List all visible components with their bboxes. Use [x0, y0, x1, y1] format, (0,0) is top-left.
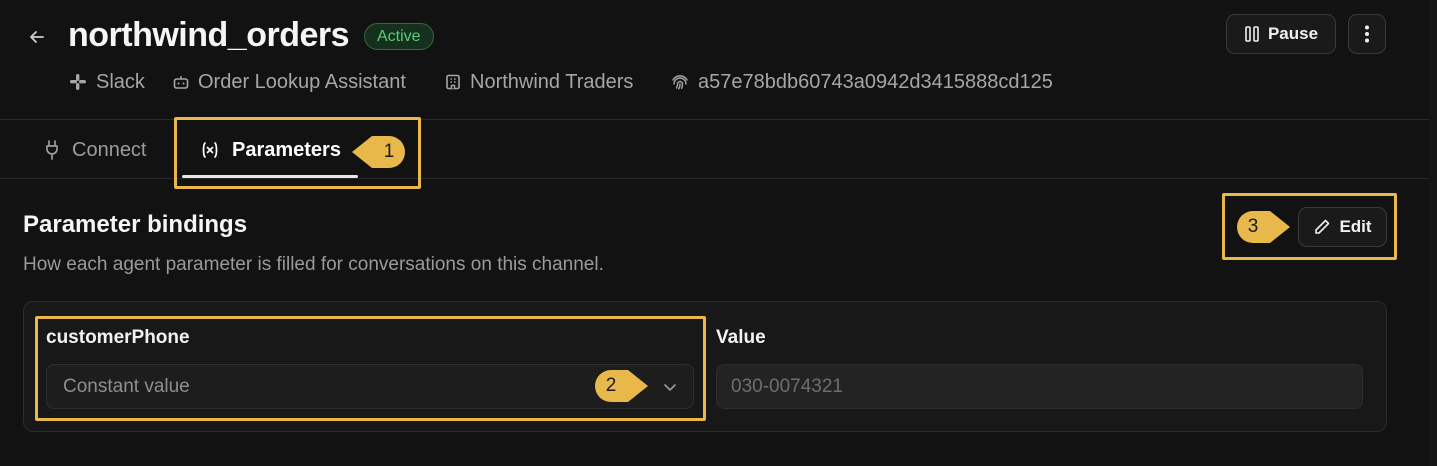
back-button[interactable] [24, 24, 50, 50]
more-vertical-icon [1365, 25, 1369, 43]
tab-connect[interactable]: Connect [44, 134, 147, 166]
status-badge: Active [364, 23, 434, 50]
annotation-marker-3: 3 [1234, 208, 1292, 246]
meta-platform: Slack [68, 70, 145, 94]
scrollbar-track [1429, 0, 1437, 466]
pause-button[interactable]: Pause [1226, 14, 1336, 54]
fingerprint-icon [672, 75, 688, 90]
meta-agent: Order Lookup Assistant [172, 70, 406, 94]
annotation-marker-1: 1 [350, 133, 408, 171]
meta-platform-label: Slack [96, 70, 145, 93]
annotation-number-1: 1 [383, 141, 395, 162]
slack-icon [70, 74, 86, 90]
page-title: northwind_orders [68, 16, 350, 54]
meta-id: a57e78bdb60743a0942d3415888cd125 [670, 70, 1053, 94]
meta-organization: Northwind Traders [444, 70, 633, 94]
more-options-button[interactable] [1348, 14, 1386, 54]
section-description: How each agent parameter is filled for c… [23, 254, 604, 275]
value-input[interactable] [716, 364, 1363, 409]
pause-icon [1245, 26, 1259, 42]
building-icon [446, 74, 460, 90]
annotation-number-3: 3 [1247, 216, 1259, 237]
value-label: Value [716, 327, 766, 348]
bot-icon [173, 76, 189, 89]
pause-button-label: Pause [1267, 24, 1319, 43]
annotation-marker-2: 2 [592, 367, 650, 405]
plug-icon [46, 140, 58, 160]
meta-organization-label: Northwind Traders [470, 70, 634, 93]
arrow-left-icon [30, 31, 44, 43]
meta-id-label: a57e78bdb60743a0942d3415888cd125 [698, 70, 1053, 93]
section-title: Parameter bindings [23, 211, 248, 238]
annotation-number-2: 2 [605, 375, 617, 396]
meta-agent-label: Order Lookup Assistant [198, 70, 406, 93]
tab-connect-label: Connect [72, 138, 147, 161]
